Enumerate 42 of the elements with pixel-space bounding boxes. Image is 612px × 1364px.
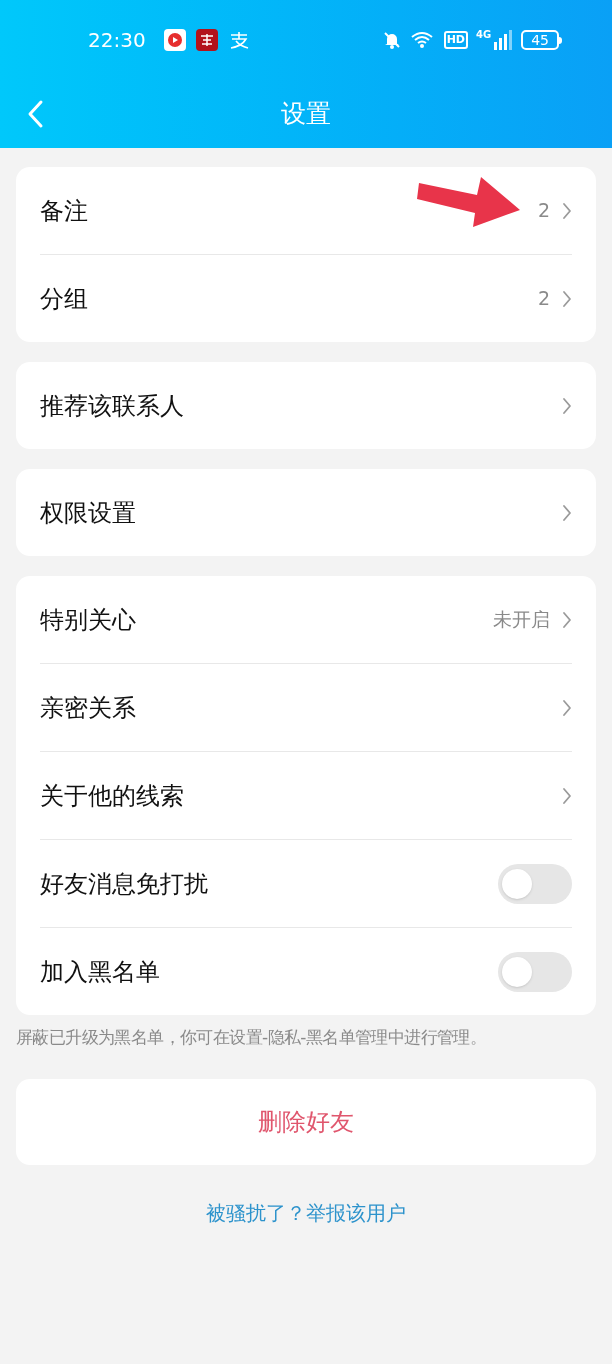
settings-row[interactable]: 亲密关系 — [16, 664, 596, 751]
settings-row[interactable]: 推荐该联系人 — [16, 362, 596, 449]
row-label: 关于他的线索 — [40, 780, 184, 812]
hd-badge: HD — [443, 31, 468, 49]
toggle-switch[interactable] — [498, 951, 572, 992]
row-label: 好友消息免打扰 — [40, 868, 208, 900]
row-label: 推荐该联系人 — [40, 390, 184, 422]
chevron-right-icon — [562, 610, 572, 629]
blacklist-note: 屏蔽已升级为黑名单，你可在设置-隐私-黑名单管理中进行管理。 — [16, 1026, 488, 1049]
toggle-switch[interactable] — [498, 863, 572, 904]
row-value: 2 — [537, 198, 550, 224]
row-label: 权限设置 — [40, 497, 136, 529]
row-label: 分组 — [40, 283, 88, 315]
row-label: 亲密关系 — [40, 692, 136, 724]
chevron-right-icon — [562, 698, 572, 717]
settings-row[interactable]: 分组 2 — [16, 255, 596, 342]
settings-row[interactable]: 权限设置 — [16, 469, 596, 556]
video-app-icon — [163, 29, 186, 51]
delete-friend-button[interactable]: 删除好友 — [16, 1078, 596, 1165]
settings-row[interactable]: 关于他的线索 — [16, 752, 596, 839]
settings-row[interactable]: 备注 2 — [16, 167, 596, 254]
chevron-right-icon — [562, 396, 572, 415]
bell-off-icon — [381, 30, 402, 50]
row-label: 备注 — [40, 195, 88, 227]
page-title: 设置 — [281, 98, 331, 131]
chevron-right-icon — [562, 786, 572, 805]
settings-row[interactable]: 好友消息免打扰 — [16, 840, 596, 927]
network-label: 4G — [476, 30, 492, 40]
status-time: 22:30 — [88, 27, 146, 54]
battery-indicator: 45 — [521, 30, 562, 50]
back-icon[interactable] — [26, 99, 44, 129]
row-label: 加入黑名单 — [40, 956, 160, 988]
chevron-right-icon — [562, 201, 572, 220]
app-icon — [195, 29, 218, 51]
settings-row[interactable]: 加入黑名单 — [16, 928, 596, 1015]
row-label: 特别关心 — [40, 604, 136, 636]
settings-row[interactable]: 特别关心 未开启 — [16, 576, 596, 663]
row-value: 未开启 — [493, 607, 550, 633]
row-value: 2 — [537, 286, 550, 312]
chevron-right-icon — [562, 503, 572, 522]
chevron-right-icon — [562, 289, 572, 308]
signal-icon — [493, 30, 514, 50]
